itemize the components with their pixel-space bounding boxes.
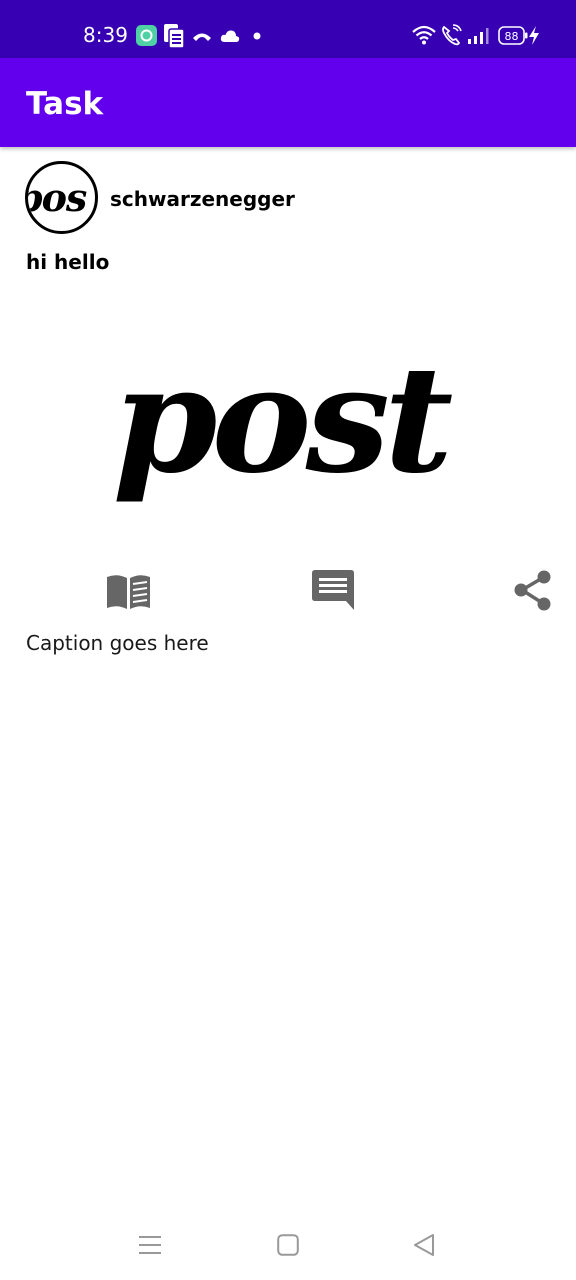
recents-icon[interactable]	[139, 1236, 161, 1254]
avatar-logo-text: pos	[28, 175, 87, 220]
document-icon	[164, 24, 184, 48]
signal-icon	[468, 28, 489, 44]
missed-call-icon	[193, 33, 211, 41]
post-title: hi hello	[26, 250, 110, 274]
avatar[interactable]: pos	[25, 161, 98, 234]
post-image[interactable]: post	[80, 320, 480, 520]
battery-icon: 88	[498, 26, 528, 45]
post-caption: Caption goes here	[26, 631, 209, 655]
share-icon[interactable]	[514, 570, 552, 611]
status-bar: 8:39 88	[0, 0, 576, 58]
wifi-icon	[412, 25, 436, 45]
username[interactable]: schwarzenegger	[110, 186, 295, 212]
dot-icon	[253, 32, 261, 40]
app-title: Task	[26, 86, 104, 122]
comment-icon[interactable]	[312, 570, 354, 610]
wifi-calling-icon	[442, 24, 462, 46]
read-icon[interactable]	[105, 573, 152, 610]
back-icon[interactable]	[413, 1233, 435, 1257]
cloud-icon	[220, 30, 240, 42]
status-time: 8:39	[83, 23, 128, 47]
post-image-logo-text: post	[112, 333, 454, 507]
home-icon[interactable]	[277, 1234, 299, 1256]
svg-text:88: 88	[505, 30, 519, 43]
app-notification-icon	[136, 25, 157, 46]
charging-icon	[529, 26, 539, 45]
